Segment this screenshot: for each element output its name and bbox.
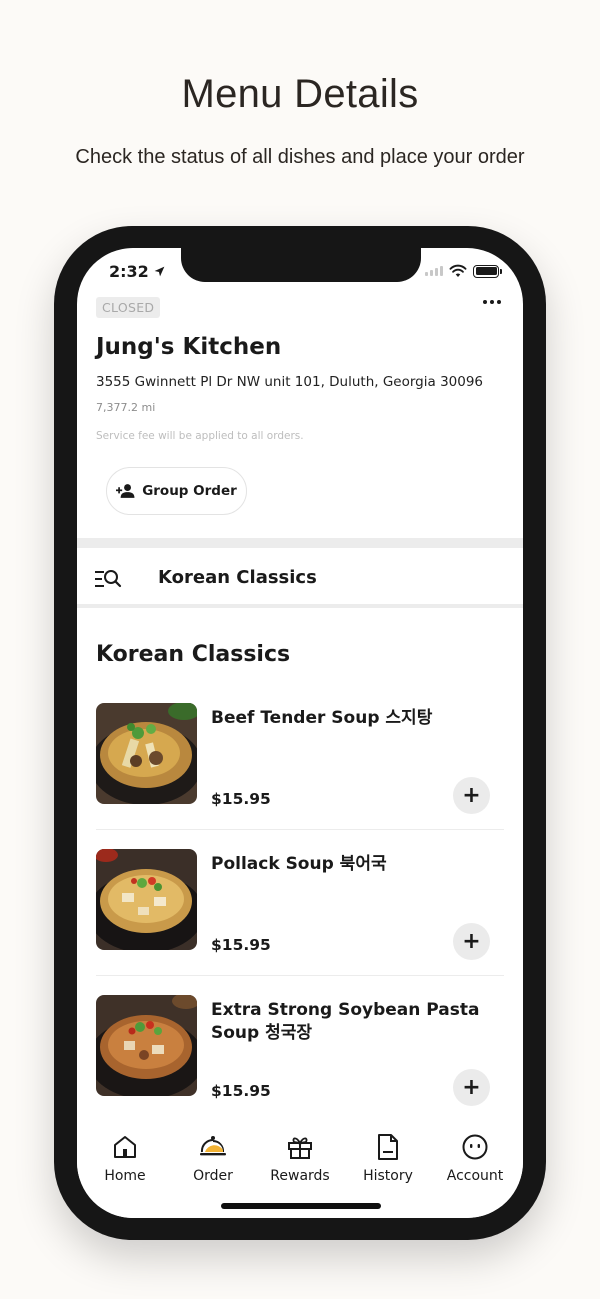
wifi-icon xyxy=(449,264,467,277)
nav-label: Home xyxy=(104,1168,146,1184)
dish-image xyxy=(96,995,197,1096)
document-icon xyxy=(378,1134,398,1160)
cellular-signal-icon xyxy=(425,266,443,276)
nav-rewards[interactable]: Rewards xyxy=(256,1132,344,1184)
account-icon xyxy=(462,1134,488,1160)
tabs-divider xyxy=(77,604,523,608)
gift-icon xyxy=(288,1137,312,1159)
nav-account[interactable]: Account xyxy=(431,1132,519,1184)
home-icon xyxy=(114,1136,136,1158)
status-badge: CLOSED xyxy=(96,297,161,318)
restaurant-address: 3555 Gwinnett Pl Dr NW unit 101, Duluth,… xyxy=(96,374,484,390)
status-indicators xyxy=(425,264,502,278)
section-title: Korean Classics xyxy=(96,642,291,667)
menu-search-icon[interactable] xyxy=(94,568,122,590)
tab-korean-classics[interactable]: Korean Classics xyxy=(138,548,324,608)
item-divider xyxy=(96,975,504,976)
nav-label: Rewards xyxy=(270,1168,330,1184)
phone-screen: 2:32 CLOSED Jung's Kitchen 3555 Gwinnett… xyxy=(77,248,523,1218)
nav-history[interactable]: History xyxy=(344,1132,432,1184)
nav-label: Order xyxy=(193,1168,233,1184)
add-person-icon xyxy=(116,484,135,498)
tab-label: Korean Classics xyxy=(158,567,317,588)
battery-icon xyxy=(473,264,502,278)
dish-name: Beef Tender Soup 스지탕 xyxy=(211,708,433,728)
add-to-cart-button[interactable]: + xyxy=(453,777,490,814)
menu-item[interactable]: Beef Tender Soup 스지탕 $15.95 + xyxy=(96,703,504,849)
dish-price: $15.95 xyxy=(211,936,271,954)
restaurant-distance: 7,377.2 mi xyxy=(96,401,156,414)
hero-title: Menu Details xyxy=(181,72,419,116)
nav-order[interactable]: Order xyxy=(169,1132,257,1184)
add-to-cart-button[interactable]: + xyxy=(453,923,490,960)
nav-label: Account xyxy=(446,1168,504,1184)
dish-name: Pollack Soup 북어국 xyxy=(211,854,387,874)
nav-home[interactable]: Home xyxy=(81,1132,169,1184)
add-to-cart-button[interactable]: + xyxy=(453,1069,490,1106)
group-order-label: Group Order xyxy=(142,483,237,499)
menu-item[interactable]: Pollack Soup 북어국 $15.95 + xyxy=(96,849,504,995)
status-time-text: 2:32 xyxy=(109,262,149,281)
hero-subtitle: Check the status of all dishes and place… xyxy=(75,146,525,168)
restaurant-name: Jung's Kitchen xyxy=(96,334,282,360)
more-options-icon[interactable] xyxy=(483,300,501,304)
group-order-button[interactable]: Group Order xyxy=(106,467,247,515)
dish-name: Extra Strong Soybean Pasta Soup 청국장 xyxy=(211,1000,480,1043)
service-fee-note: Service fee will be applied to all order… xyxy=(96,430,304,442)
category-tabs: Korean Classics xyxy=(77,548,523,608)
dish-price: $15.95 xyxy=(211,1082,271,1100)
notch xyxy=(181,248,421,282)
home-indicator[interactable] xyxy=(221,1203,381,1209)
dish-image xyxy=(96,849,197,950)
dish-price: $15.95 xyxy=(211,790,271,808)
section-divider xyxy=(77,538,523,548)
cloche-icon xyxy=(200,1136,226,1156)
status-time: 2:32 xyxy=(109,262,166,281)
location-arrow-icon xyxy=(154,266,165,277)
dish-image xyxy=(96,703,197,804)
nav-label: History xyxy=(363,1168,413,1184)
item-divider xyxy=(96,829,504,830)
